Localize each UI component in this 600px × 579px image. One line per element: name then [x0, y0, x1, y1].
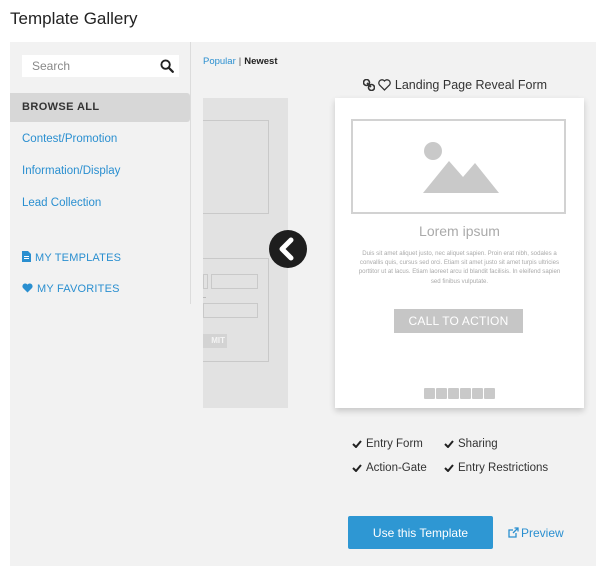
preview-heading: Lorem ipsum — [419, 223, 500, 239]
template-name: Landing Page Reveal Form — [394, 78, 548, 92]
linkedin-icon — [484, 388, 495, 399]
preview-label: Preview — [521, 526, 564, 540]
feature-action-gate: Action-Gate — [352, 462, 427, 474]
heart-icon — [22, 283, 33, 293]
search-input[interactable] — [22, 55, 152, 77]
feature-entry-form: Entry Form — [352, 438, 423, 450]
my-favorites-label: MY FAVORITES — [37, 283, 120, 295]
ghost-image-frame — [203, 120, 269, 214]
my-favorites-link[interactable]: MY FAVORITES — [22, 283, 120, 295]
page-title: Template Gallery — [10, 9, 138, 28]
sort-newest-link[interactable]: Newest — [244, 56, 277, 67]
pinterest-icon — [460, 388, 471, 399]
sidebar: BROWSE ALL Contest/Promotion Information… — [10, 42, 191, 304]
ghost-submit-button: MIT — [203, 334, 227, 348]
use-template-button[interactable]: Use this Template — [348, 516, 493, 549]
checkmark-icon — [352, 440, 362, 449]
template-gallery-panel: BROWSE ALL Contest/Promotion Information… — [10, 42, 596, 566]
template-header: Landing Page Reveal Form — [335, 78, 575, 92]
checkmark-icon — [444, 464, 454, 473]
share-icon — [424, 388, 435, 399]
category-lead-collection[interactable]: Lead Collection — [22, 197, 101, 209]
feature-entry-restrictions: Entry Restrictions — [444, 462, 548, 474]
my-templates-label: MY TEMPLATES — [35, 252, 122, 264]
image-placeholder — [351, 119, 566, 214]
feature-label: Action-Gate — [366, 462, 427, 474]
twitter-icon — [448, 388, 459, 399]
template-preview-card[interactable]: Lorem ipsum Duis sit amet aliquet justo,… — [335, 98, 584, 408]
feature-label: Sharing — [458, 438, 498, 450]
category-information-display[interactable]: Information/Display — [22, 165, 120, 177]
category-contest-promotion[interactable]: Contest/Promotion — [22, 133, 117, 145]
sort-links: Popular | Newest — [203, 56, 277, 67]
preview-body-text: Duis sit amet aliquet justo, nec aliquet… — [358, 250, 561, 285]
search-box — [22, 55, 179, 77]
google-plus-icon — [472, 388, 483, 399]
ghost-field — [203, 303, 258, 318]
feature-sharing: Sharing — [444, 438, 498, 450]
ghost-label — [203, 297, 206, 298]
browse-all-item[interactable]: BROWSE ALL — [10, 93, 190, 122]
sort-popular-link[interactable]: Popular — [203, 56, 236, 67]
ghost-field — [203, 274, 208, 289]
image-placeholder-icon — [423, 142, 499, 193]
social-share-icons — [424, 388, 495, 400]
heart-outline-icon[interactable] — [378, 79, 392, 91]
call-to-action-button: CALL TO ACTION — [394, 309, 523, 333]
document-icon — [22, 251, 31, 262]
feature-label: Entry Form — [366, 438, 423, 450]
previous-arrow-icon[interactable] — [269, 230, 307, 268]
preview-link[interactable]: Preview — [508, 526, 564, 540]
link-icon[interactable] — [362, 78, 376, 92]
facebook-icon — [436, 388, 447, 399]
ghost-field — [211, 274, 258, 289]
my-templates-link[interactable]: MY TEMPLATES — [22, 251, 121, 264]
feature-label: Entry Restrictions — [458, 462, 549, 474]
sort-separator: | — [238, 56, 242, 67]
search-icon[interactable] — [160, 59, 174, 73]
checkmark-icon — [352, 464, 362, 473]
external-link-icon — [508, 527, 519, 538]
checkmark-icon — [444, 440, 454, 449]
